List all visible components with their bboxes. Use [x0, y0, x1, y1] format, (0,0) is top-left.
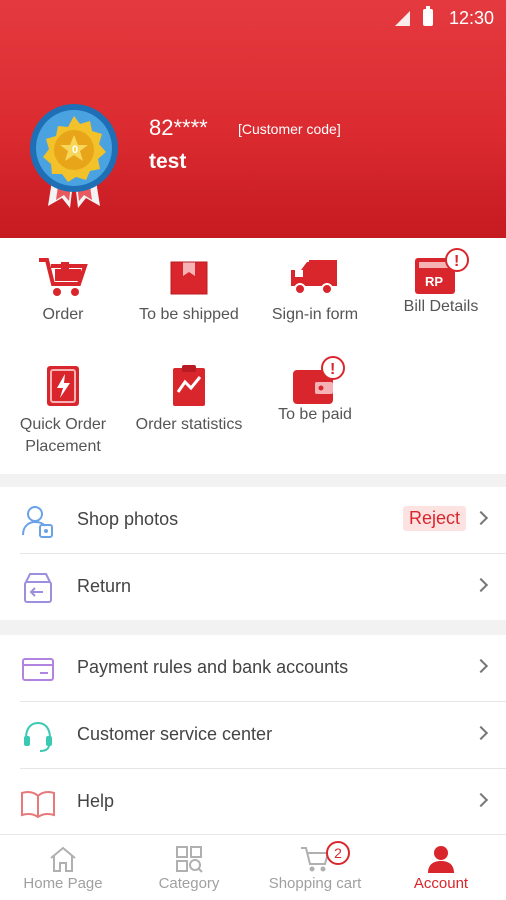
user-id: 82**** [149, 115, 208, 140]
person-icon [428, 846, 454, 873]
user-name: test [149, 150, 187, 173]
customer-code-label: [Customer code] [238, 121, 341, 137]
shortcut-label: To be paid [278, 406, 352, 423]
list-item-label: Return [77, 576, 132, 596]
alert-icon: ! [454, 253, 459, 270]
truck-icon [291, 260, 337, 295]
list-item-payment-rules[interactable]: Payment rules and bank accounts [20, 635, 506, 702]
cart-icon [39, 258, 88, 296]
profile-header: 12:30 0 82**** [Customer code] test [0, 0, 506, 238]
order-shortcuts: Order To be shipped Sign-in form RP ! Bi… [0, 238, 506, 474]
list-item-shop-photos[interactable]: Shop photos Reject [20, 487, 506, 554]
tab-home-page[interactable]: Home Page [0, 835, 126, 900]
tab-label: Account [413, 875, 469, 892]
wallet-icon: ! [293, 356, 345, 404]
shortcut-to-be-shipped[interactable]: To be shipped [126, 256, 252, 326]
chevron-right-icon [473, 725, 489, 741]
list-item-help[interactable]: Help [20, 769, 506, 836]
home-icon [50, 846, 76, 872]
bill-icon: RP ! [415, 248, 469, 294]
signal-icon [395, 11, 410, 26]
list-group-2: Payment rules and bank accounts Customer… [0, 635, 506, 834]
shop-photo-icon [22, 506, 53, 538]
shortcut-order[interactable]: Order [0, 256, 126, 326]
status-time: 12:30 [448, 8, 494, 28]
statistics-icon [173, 365, 205, 406]
category-icon [176, 846, 203, 873]
medal-icon [30, 104, 118, 208]
status-badge: Reject [402, 506, 466, 531]
shortcut-label: Sign-in form [271, 306, 359, 323]
bottom-tab-bar: Home Page Category 2 Shopping cart Accou… [0, 834, 506, 900]
alert-icon: ! [330, 361, 335, 378]
list-item-return[interactable]: Return [20, 554, 506, 621]
shortcut-label: Bill Details [403, 298, 479, 315]
shortcut-order-statistics[interactable]: Order statistics [126, 364, 252, 436]
shortcut-quick-order[interactable]: Quick Order Placement [0, 364, 126, 458]
tab-label: Category [158, 875, 220, 892]
book-icon [21, 791, 55, 819]
list-item-label: Customer service center [77, 724, 273, 744]
shortcut-to-be-paid[interactable]: ! To be paid [252, 356, 378, 426]
tab-shopping-cart[interactable]: 2 Shopping cart [252, 835, 378, 900]
lightning-icon [47, 366, 79, 406]
shortcut-sign-in-form[interactable]: Sign-in form [252, 256, 378, 326]
tab-label: Home Page [23, 875, 103, 892]
shortcut-label: Order statistics [135, 416, 243, 433]
chevron-right-icon [473, 510, 489, 526]
tab-category[interactable]: Category [126, 835, 252, 900]
tab-account[interactable]: Account [378, 835, 504, 900]
card-icon [22, 658, 54, 681]
medal-level: 0 [71, 144, 79, 156]
list-item-label: Help [77, 791, 115, 811]
shortcut-label: Quick Order Placement [19, 416, 107, 455]
cart-count-badge: 2 [326, 841, 350, 865]
shortcut-label: Order [42, 306, 84, 323]
shortcut-bill-details[interactable]: RP ! Bill Details [378, 248, 504, 318]
chevron-right-icon [473, 658, 489, 674]
battery-icon [423, 6, 433, 26]
return-icon [24, 573, 52, 603]
list-item-customer-service[interactable]: Customer service center [20, 702, 506, 769]
list-item-label: Shop photos [77, 509, 179, 529]
chevron-right-icon [473, 577, 489, 593]
list-item-label: Payment rules and bank accounts [77, 657, 349, 677]
tab-label: Shopping cart [268, 875, 362, 892]
list-group-1: Shop photos Reject Return [0, 487, 506, 620]
shortcut-label: To be shipped [139, 306, 239, 323]
box-icon [170, 261, 208, 295]
chevron-right-icon [473, 792, 489, 808]
status-bar: 12:30 [0, 0, 506, 36]
headset-icon [24, 721, 52, 752]
bill-icon-text: RP [425, 274, 443, 289]
